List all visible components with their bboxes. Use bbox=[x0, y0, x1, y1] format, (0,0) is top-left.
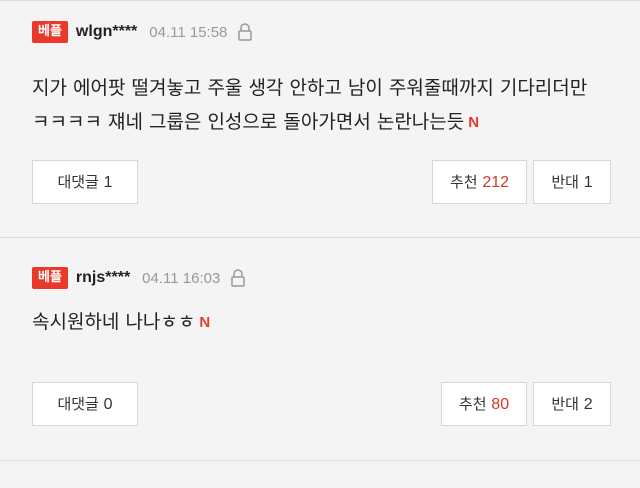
best-badge: 베플 bbox=[32, 21, 68, 43]
oppose-button[interactable]: 반대 1 bbox=[533, 160, 611, 204]
reply-button[interactable]: 대댓글 0 bbox=[32, 382, 138, 426]
new-mark-icon: N bbox=[199, 314, 211, 331]
reply-count: 0 bbox=[103, 396, 113, 413]
comment-time: 04.11 16:03 bbox=[142, 269, 221, 287]
best-badge: 베플 bbox=[32, 267, 68, 289]
comment-meta: 베플 rnjs**** 04.11 16:03 bbox=[32, 265, 246, 291]
comment-line: 지가 에어팟 떨겨놓고 주울 생각 안하고 남이 주워줄때까지 기다리더만 bbox=[32, 77, 588, 99]
lock-icon[interactable] bbox=[237, 23, 253, 41]
new-mark-icon: N bbox=[468, 114, 480, 131]
comment-line-last: 속시원하네 나나ㅎㅎ N bbox=[32, 305, 210, 340]
oppose-label: 반대 bbox=[551, 173, 579, 191]
recommend-count: 80 bbox=[491, 396, 510, 413]
reply-count: 1 bbox=[103, 174, 113, 191]
comment-text: 속시원하네 나나ㅎㅎ N bbox=[32, 305, 210, 340]
oppose-label: 반대 bbox=[551, 395, 579, 413]
comment-text: 지가 에어팟 떨겨놓고 주울 생각 안하고 남이 주워줄때까지 기다리더만 ㅋㅋ… bbox=[32, 71, 587, 140]
oppose-count: 1 bbox=[583, 174, 593, 191]
recommend-button[interactable]: 추천 212 bbox=[432, 160, 527, 204]
username[interactable]: rnjs**** bbox=[76, 269, 130, 287]
comment-line: ㅋㅋㅋㅋ 쟤네 그룹은 인성으로 돌아가면서 논란나는듯 bbox=[32, 111, 465, 133]
reply-button[interactable]: 대댓글 1 bbox=[32, 160, 138, 204]
username[interactable]: wlgn**** bbox=[76, 23, 137, 41]
oppose-button[interactable]: 반대 2 bbox=[533, 382, 611, 426]
comment-line: 속시원하네 나나ㅎㅎ bbox=[32, 311, 196, 333]
comment-time: 04.11 15:58 bbox=[149, 23, 228, 41]
comment-meta: 베플 wlgn**** 04.11 15:58 bbox=[32, 19, 253, 45]
recommend-label: 추천 bbox=[458, 395, 487, 413]
oppose-count: 2 bbox=[583, 396, 593, 413]
recommend-button[interactable]: 추천 80 bbox=[441, 382, 527, 426]
lock-icon[interactable] bbox=[230, 269, 246, 287]
comment-line-last: ㅋㅋㅋㅋ 쟤네 그룹은 인성으로 돌아가면서 논란나는듯 N bbox=[32, 105, 587, 140]
comment-item: 베플 wlgn**** 04.11 15:58 지가 에어팟 떨겨놓고 주울 생… bbox=[0, 1, 640, 237]
recommend-count: 212 bbox=[482, 174, 510, 191]
recommend-label: 추천 bbox=[449, 173, 478, 191]
comment-item: 베플 rnjs**** 04.11 16:03 속시원하네 나나ㅎㅎ N 대댓글 … bbox=[0, 238, 640, 460]
reply-label: 대댓글 bbox=[57, 173, 99, 191]
divider bbox=[0, 460, 640, 461]
reply-label: 대댓글 bbox=[57, 395, 99, 413]
